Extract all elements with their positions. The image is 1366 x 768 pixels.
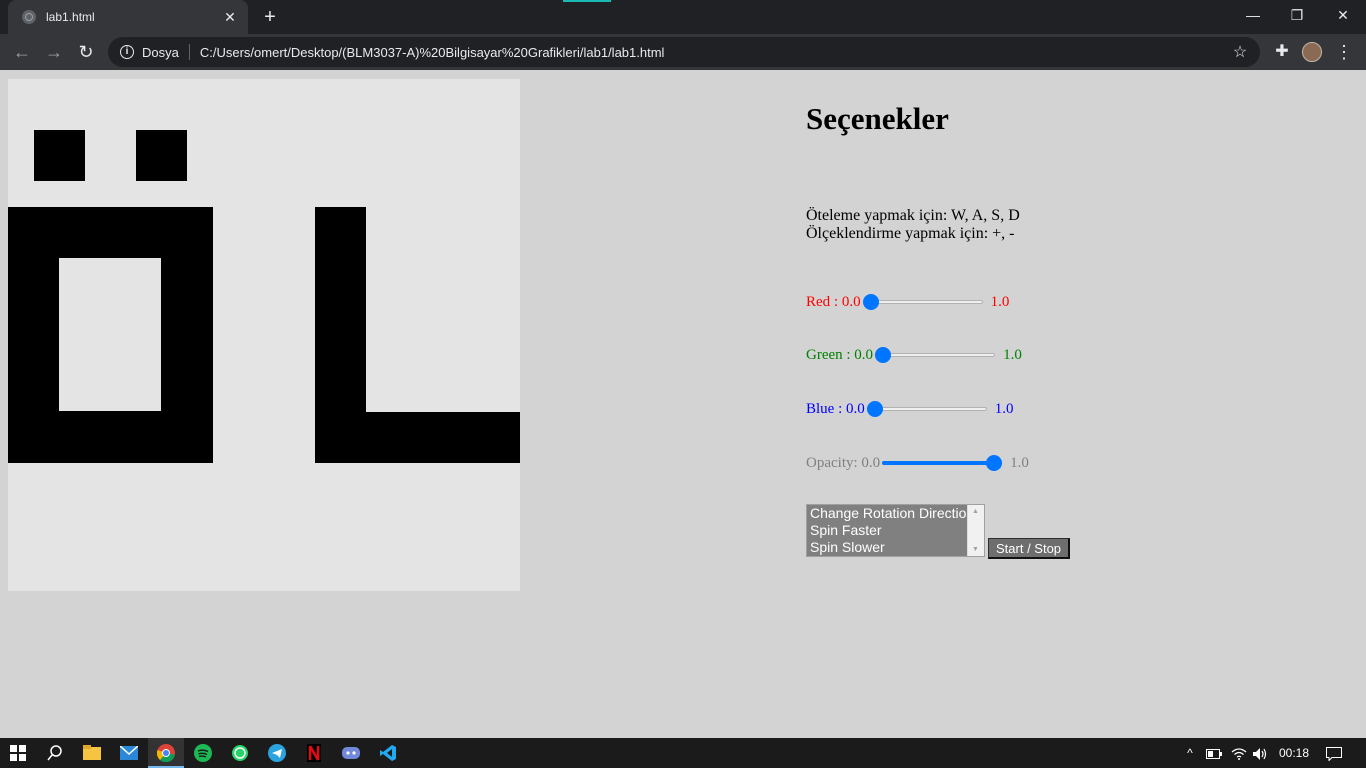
opacity-slider-fill xyxy=(882,461,1003,465)
browser-menu-icon[interactable]: ⋮ xyxy=(1334,40,1354,64)
blue-slider-label: Blue : 0.0 xyxy=(806,400,865,417)
windows-start-icon[interactable] xyxy=(0,738,36,768)
blue-slider-row: Blue : 0.0 1.0 xyxy=(806,397,1014,421)
chrome-icon[interactable] xyxy=(148,738,184,768)
file-explorer-icon[interactable] xyxy=(74,738,110,768)
listbox-scrollbar[interactable]: ▲ ▼ xyxy=(967,505,984,556)
clock-time[interactable]: 00:18 xyxy=(1274,738,1314,768)
red-slider-max: 1.0 xyxy=(990,293,1010,310)
opacity-slider-label: Opacity: 0.0 xyxy=(806,454,881,471)
webgl-canvas[interactable] xyxy=(8,79,520,591)
red-slider-label: Red : 0.0 xyxy=(806,293,861,310)
start-stop-button[interactable]: Start / Stop xyxy=(988,538,1071,559)
discord-icon[interactable] xyxy=(333,738,369,768)
green-slider-track xyxy=(875,353,996,357)
close-window-button[interactable]: ✕ xyxy=(1320,0,1366,32)
scroll-down-icon[interactable]: ▼ xyxy=(972,546,979,553)
opacity-slider[interactable] xyxy=(882,455,1003,471)
minimize-button[interactable]: — xyxy=(1230,0,1276,32)
option-spin-slower[interactable]: Spin Slower xyxy=(807,539,984,556)
forward-icon[interactable]: → xyxy=(42,40,66,64)
vscode-icon[interactable] xyxy=(370,738,406,768)
mail-icon[interactable] xyxy=(111,738,147,768)
rotation-options-list[interactable]: Change Rotation Direction Spin Faster Sp… xyxy=(806,504,985,557)
browser-tab[interactable]: lab1.html ✕ xyxy=(8,0,248,34)
opacity-slider-row: Opacity: 0.0 1.0 xyxy=(806,451,1029,475)
opacity-slider-thumb[interactable] xyxy=(986,455,1003,471)
translate-instruction: Öteleme yapmak için: W, A, S, D xyxy=(806,207,1020,224)
url-text[interactable]: C:/Users/omert/Desktop/(BLM3037-A)%20Bil… xyxy=(200,45,1228,60)
site-info-label[interactable]: Dosya xyxy=(142,45,179,60)
globe-icon xyxy=(22,10,36,24)
info-icon[interactable]: i xyxy=(120,45,134,59)
green-slider-label: Green : 0.0 xyxy=(806,346,874,363)
options-heading: Seçenekler xyxy=(806,101,949,136)
tray-chevron-up-icon[interactable]: ^ xyxy=(1180,738,1200,768)
omnibox-divider xyxy=(188,44,190,60)
back-icon[interactable]: ← xyxy=(10,40,34,64)
extensions-icon[interactable]: ✚ xyxy=(1270,40,1294,64)
profile-avatar[interactable] xyxy=(1302,42,1322,62)
red-slider-thumb[interactable] xyxy=(862,294,879,310)
browser-toolbar: ← → ↻ i Dosya C:/Users/omert/Desktop/(BL… xyxy=(0,34,1366,70)
bookmark-star-icon[interactable]: ☆ xyxy=(1228,42,1252,62)
letter-l-base xyxy=(315,412,520,463)
opacity-slider-max: 1.0 xyxy=(1010,454,1029,471)
close-tab-icon[interactable]: ✕ xyxy=(220,9,240,26)
tab-title: lab1.html xyxy=(46,10,95,24)
whatsapp-icon[interactable] xyxy=(222,738,258,768)
blue-slider-thumb[interactable] xyxy=(866,401,883,417)
green-slider-row: Green : 0.0 1.0 xyxy=(806,343,1022,367)
green-slider-thumb[interactable] xyxy=(875,347,892,363)
red-slider-track xyxy=(862,300,983,304)
wifi-icon[interactable] xyxy=(1228,738,1250,768)
windows-taskbar: ^ 00:18 xyxy=(0,738,1366,768)
blue-slider-max: 1.0 xyxy=(994,400,1014,417)
scroll-up-icon[interactable]: ▲ xyxy=(972,508,979,515)
volume-icon[interactable] xyxy=(1250,738,1272,768)
browser-tabstrip: lab1.html ✕ + — ❐ ✕ xyxy=(0,0,1366,34)
option-change-rotation-direction[interactable]: Change Rotation Direction xyxy=(807,505,984,522)
tabstrip-accent xyxy=(563,0,611,2)
new-tab-button[interactable]: + xyxy=(258,6,282,28)
instructions: Öteleme yapmak için: W, A, S, D Ölçeklen… xyxy=(806,207,1020,243)
umlaut-dot-left xyxy=(34,130,85,181)
notification-icon[interactable] xyxy=(1322,738,1346,768)
green-slider[interactable] xyxy=(875,347,996,363)
option-spin-faster[interactable]: Spin Faster xyxy=(807,522,984,539)
telegram-icon[interactable] xyxy=(259,738,295,768)
letter-o-hole xyxy=(59,258,161,411)
blue-slider[interactable] xyxy=(866,401,987,417)
red-slider[interactable] xyxy=(862,294,983,310)
blue-slider-track xyxy=(866,407,987,411)
spotify-icon[interactable] xyxy=(185,738,221,768)
umlaut-dot-right xyxy=(136,130,187,181)
page-body: Seçenekler Öteleme yapmak için: W, A, S,… xyxy=(0,70,1366,738)
address-bar[interactable]: i Dosya C:/Users/omert/Desktop/(BLM3037-… xyxy=(108,37,1260,67)
scale-instruction: Ölçeklendirme yapmak için: +, - xyxy=(806,225,1015,242)
restore-button[interactable]: ❐ xyxy=(1274,0,1320,32)
search-icon[interactable] xyxy=(37,738,73,768)
green-slider-max: 1.0 xyxy=(1003,346,1022,363)
battery-icon[interactable] xyxy=(1203,738,1225,768)
red-slider-row: Red : 0.0 1.0 xyxy=(806,290,1009,314)
reload-icon[interactable]: ↻ xyxy=(74,40,98,64)
netflix-icon[interactable] xyxy=(296,738,332,768)
